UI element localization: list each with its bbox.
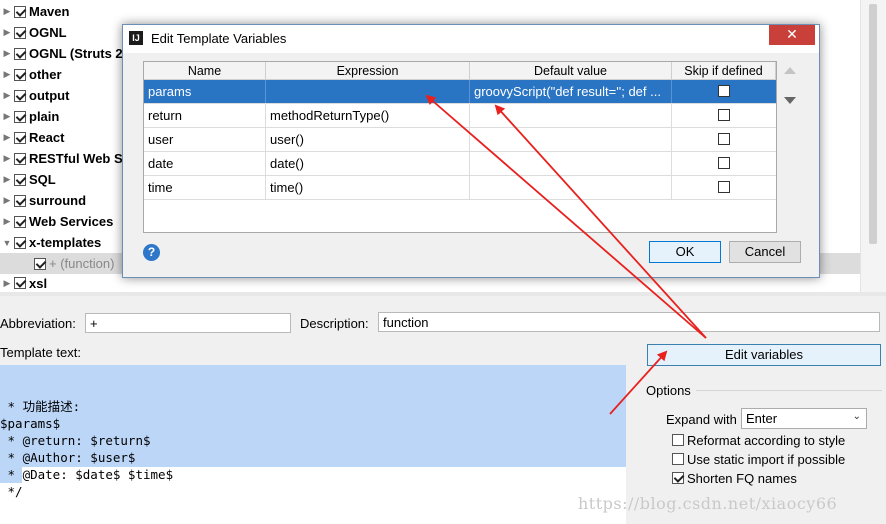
- ok-button[interactable]: OK: [649, 241, 721, 263]
- reformat-option[interactable]: Reformat according to style: [672, 431, 845, 449]
- template-line: */: [0, 484, 23, 499]
- variables-table: Name Expression Default value Skip if de…: [143, 61, 777, 233]
- column-header-name[interactable]: Name: [144, 62, 266, 80]
- shorten-fq-option[interactable]: Shorten FQ names: [672, 469, 797, 487]
- template-line: * @Author: $user$: [0, 450, 136, 465]
- static-import-checkbox[interactable]: [672, 453, 684, 465]
- edit-template-variables-dialog: IJ Edit Template Variables ✕ Name Expres…: [122, 24, 820, 278]
- cell-default-value[interactable]: groovyScript("def result=''; def ...: [470, 80, 672, 103]
- collapse-arrow-icon[interactable]: ▼: [0, 238, 14, 248]
- cell-name[interactable]: time: [144, 176, 266, 199]
- cell-default-value[interactable]: [470, 152, 672, 175]
- checkbox[interactable]: [14, 26, 26, 39]
- expand-arrow-icon[interactable]: ▶: [0, 111, 14, 122]
- expand-with-label: Expand with: [666, 412, 737, 427]
- checkbox[interactable]: [14, 47, 26, 60]
- template-text-content[interactable]: * 功能描述: $params$ * @return: $return$ * @A…: [0, 381, 173, 517]
- checkbox[interactable]: [14, 131, 26, 144]
- expand-arrow-icon[interactable]: ▶: [0, 69, 14, 80]
- abbreviation-field[interactable]: +: [85, 313, 291, 333]
- column-header-skip-if-defined[interactable]: Skip if defined: [672, 62, 776, 80]
- tree-item-maven[interactable]: ▶ Maven: [0, 1, 200, 22]
- skip-checkbox[interactable]: [718, 157, 730, 169]
- expand-arrow-icon[interactable]: ▶: [0, 153, 14, 164]
- expand-arrow-icon[interactable]: ▶: [0, 90, 14, 101]
- cell-default-value[interactable]: [470, 176, 672, 199]
- checkbox[interactable]: [14, 110, 26, 123]
- cell-default-value[interactable]: [470, 128, 672, 151]
- expand-arrow-icon[interactable]: ▶: [0, 278, 14, 289]
- description-label: Description:: [300, 316, 369, 331]
- checkbox[interactable]: [14, 277, 26, 289]
- dialog-titlebar[interactable]: IJ Edit Template Variables ✕: [123, 25, 819, 53]
- expand-arrow-icon[interactable]: ▶: [0, 48, 14, 59]
- expand-arrow-icon[interactable]: ▶: [0, 216, 14, 227]
- expand-arrow-icon[interactable]: ▶: [0, 195, 14, 206]
- cell-expression[interactable]: user(): [266, 128, 470, 151]
- checkbox[interactable]: [14, 236, 26, 249]
- table-row[interactable]: user user(): [144, 128, 776, 152]
- table-row[interactable]: time time(): [144, 176, 776, 200]
- reformat-checkbox[interactable]: [672, 434, 684, 446]
- template-line: * @return: $return$: [0, 433, 151, 448]
- scrollbar-thumb[interactable]: [869, 4, 877, 244]
- table-row[interactable]: params groovyScript("def result=''; def …: [144, 80, 776, 104]
- column-header-expression[interactable]: Expression: [266, 62, 470, 80]
- options-label: Options: [646, 383, 691, 398]
- template-line: * 功能描述:: [0, 399, 81, 414]
- watermark: https://blog.csdn.net/xiaocy66: [578, 494, 838, 513]
- cell-name[interactable]: date: [144, 152, 266, 175]
- abbreviation-label: Abbreviation:: [0, 316, 76, 331]
- checkbox[interactable]: [14, 194, 26, 207]
- skip-checkbox[interactable]: [718, 109, 730, 121]
- table-row[interactable]: date date(): [144, 152, 776, 176]
- expand-arrow-icon[interactable]: ▶: [0, 174, 14, 185]
- checkbox[interactable]: [14, 215, 26, 228]
- panel-splitter[interactable]: [0, 292, 886, 296]
- cell-expression[interactable]: methodReturnType(): [266, 104, 470, 127]
- cell-name[interactable]: params: [144, 80, 266, 103]
- checkbox[interactable]: [14, 89, 26, 102]
- cell-expression[interactable]: date(): [266, 152, 470, 175]
- skip-checkbox[interactable]: [718, 181, 730, 193]
- cell-expression[interactable]: time(): [266, 176, 470, 199]
- intellij-app-icon: IJ: [129, 31, 143, 45]
- expand-arrow-icon[interactable]: ▶: [0, 27, 14, 38]
- template-line: * @Date: $date$ $time$: [0, 467, 174, 482]
- checkbox[interactable]: [14, 68, 26, 81]
- template-text-label: Template text:: [0, 345, 81, 360]
- tree-scrollbar[interactable]: [860, 0, 886, 292]
- checkbox[interactable]: [14, 5, 26, 18]
- cell-expression[interactable]: [266, 80, 470, 103]
- column-header-default-value[interactable]: Default value: [470, 62, 672, 80]
- chevron-down-icon: ⌄: [852, 411, 861, 422]
- description-field[interactable]: function: [378, 312, 880, 332]
- checkbox[interactable]: [14, 173, 26, 186]
- help-icon[interactable]: ?: [143, 244, 160, 261]
- cell-default-value[interactable]: [470, 104, 672, 127]
- skip-checkbox[interactable]: [718, 133, 730, 145]
- checkbox[interactable]: [14, 152, 26, 165]
- cell-name[interactable]: return: [144, 104, 266, 127]
- skip-checkbox[interactable]: [718, 85, 730, 97]
- cancel-button[interactable]: Cancel: [729, 241, 801, 263]
- expand-with-select[interactable]: Enter ⌄: [741, 408, 867, 429]
- table-row[interactable]: return methodReturnType(): [144, 104, 776, 128]
- cell-name[interactable]: user: [144, 128, 266, 151]
- static-import-option[interactable]: Use static import if possible: [672, 450, 845, 468]
- shorten-fq-checkbox[interactable]: [672, 472, 684, 484]
- expand-arrow-icon[interactable]: ▶: [0, 6, 14, 17]
- template-line: $params$: [0, 416, 61, 431]
- edit-variables-button[interactable]: Edit variables: [647, 344, 881, 366]
- dialog-title: Edit Template Variables: [151, 31, 287, 46]
- close-button[interactable]: ✕: [769, 25, 815, 45]
- checkbox[interactable]: [34, 257, 46, 270]
- scroll-up-icon[interactable]: [784, 67, 796, 74]
- expand-arrow-icon[interactable]: ▶: [0, 132, 14, 143]
- options-divider: [696, 390, 882, 391]
- table-scrollbar[interactable]: [779, 61, 801, 233]
- scroll-down-icon[interactable]: [784, 97, 796, 104]
